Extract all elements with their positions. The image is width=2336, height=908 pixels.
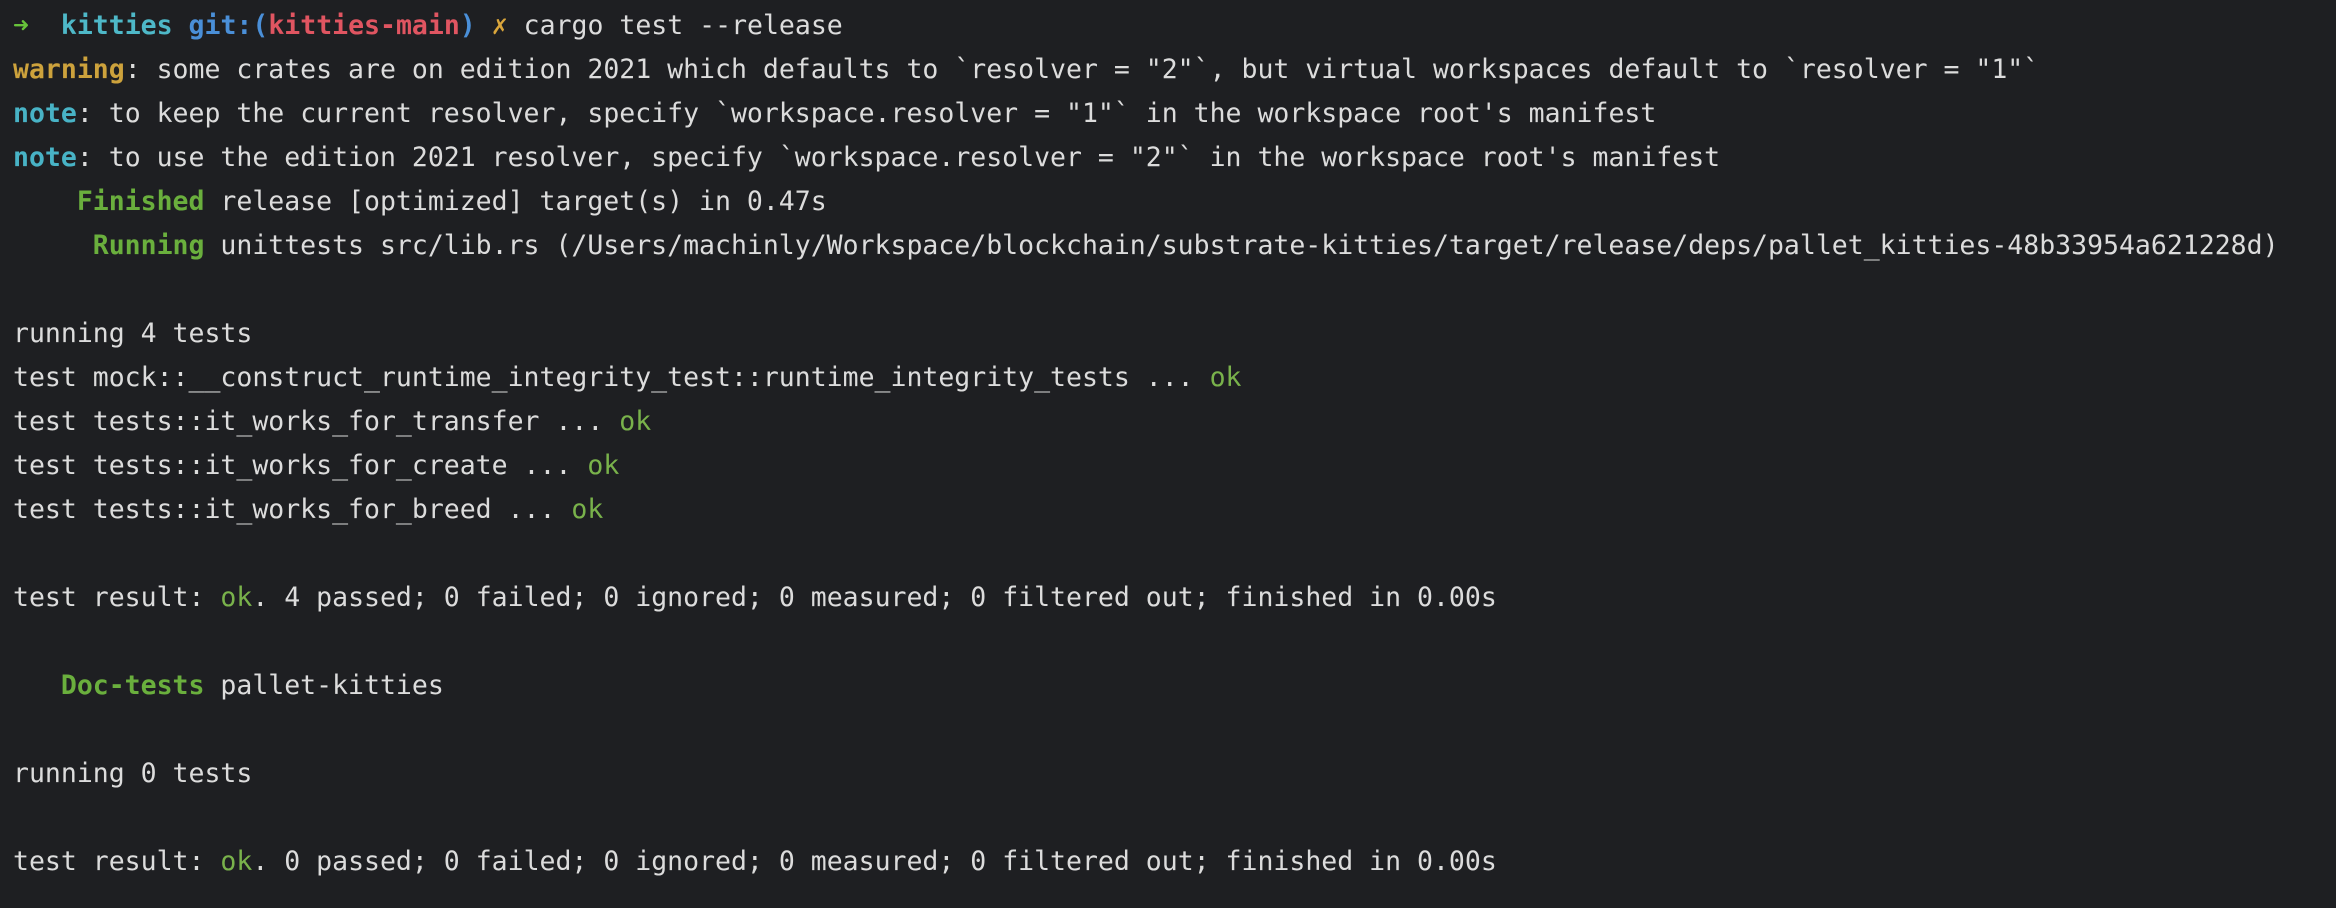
prompt-git-branch: kitties-main <box>268 10 460 41</box>
warning-line: warning: some crates are on edition 2021… <box>13 48 2336 92</box>
doc-test-result-line: test result: ok. 0 passed; 0 failed; 0 i… <box>13 840 2336 884</box>
note-line: note: to keep the current resolver, spec… <box>13 92 2336 136</box>
test-line: test tests::it_works_for_transfer ... ok <box>13 400 2336 444</box>
terminal-window[interactable]: ➜ kitties git:(kitties-main) ✗ cargo tes… <box>0 0 2336 908</box>
prompt-git-prefix: git:( <box>188 10 269 41</box>
result-summary: . 0 passed; 0 failed; 0 ignored; 0 measu… <box>252 846 1497 877</box>
test-status: ok <box>1209 362 1242 393</box>
test-line: test tests::it_works_for_breed ... ok <box>13 488 2336 532</box>
test-name: test tests::it_works_for_create ... <box>13 450 588 481</box>
note-text: : to keep the current resolver, specify … <box>76 98 1657 129</box>
prompt-dirty-icon: ✗ <box>491 10 508 41</box>
doc-tests-label: Doc-tests <box>13 670 205 701</box>
test-status: ok <box>571 494 604 525</box>
test-line: test tests::it_works_for_create ... ok <box>13 444 2336 488</box>
unit-test-result-line: test result: ok. 4 passed; 0 failed; 0 i… <box>13 576 2336 620</box>
doc-tests-text: pallet-kitties <box>204 670 444 701</box>
prompt-git-suffix: ) <box>459 10 476 41</box>
finished-label: Finished <box>13 186 205 217</box>
result-status: ok <box>220 582 253 613</box>
running-line: Running unittests src/lib.rs (/Users/mac… <box>13 224 2336 268</box>
result-prefix: test result: <box>13 582 221 613</box>
prompt-directory: kitties <box>60 10 173 41</box>
result-summary: . 4 passed; 0 failed; 0 ignored; 0 measu… <box>252 582 1497 613</box>
finished-text: release [optimized] target(s) in 0.47s <box>204 186 827 217</box>
result-prefix: test result: <box>13 846 221 877</box>
running-label: Running <box>13 230 205 261</box>
finished-line: Finished release [optimized] target(s) i… <box>13 180 2336 224</box>
prompt-arrow-icon: ➜ <box>13 10 29 41</box>
test-name: test mock::__construct_runtime_integrity… <box>13 362 1210 393</box>
note-text: : to use the edition 2021 resolver, spec… <box>76 142 1721 173</box>
doc-tests-header: running 0 tests <box>13 758 253 789</box>
test-name: test tests::it_works_for_breed ... <box>13 494 572 525</box>
note-label: note <box>13 98 77 129</box>
note-line: note: to use the edition 2021 resolver, … <box>13 136 2336 180</box>
unit-tests-header: running 4 tests <box>13 318 253 349</box>
result-status: ok <box>220 846 253 877</box>
prompt-line: ➜ kitties git:(kitties-main) ✗ cargo tes… <box>13 4 2336 48</box>
test-status: ok <box>587 450 620 481</box>
test-line: test mock::__construct_runtime_integrity… <box>13 356 2336 400</box>
test-name: test tests::it_works_for_transfer ... <box>13 406 620 437</box>
doc-tests-line: Doc-tests pallet-kitties <box>13 664 2336 708</box>
note-label: note <box>13 142 77 173</box>
running-text: unittests src/lib.rs (/Users/machinly/Wo… <box>204 230 2279 261</box>
test-status: ok <box>619 406 652 437</box>
warning-label: warning <box>13 54 125 85</box>
warning-text: : some crates are on edition 2021 which … <box>124 54 2040 85</box>
prompt-command: cargo test --release <box>523 10 843 41</box>
